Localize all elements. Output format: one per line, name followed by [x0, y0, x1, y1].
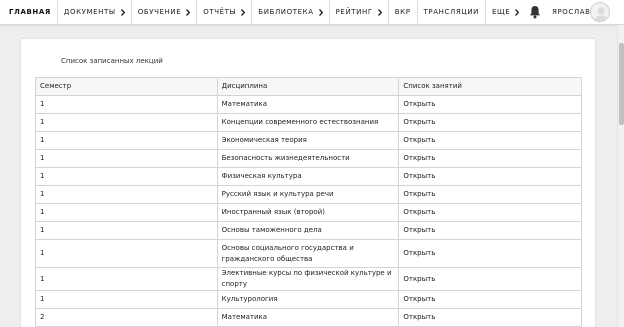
- bell-icon[interactable]: [529, 5, 541, 19]
- header-semester: Семестр: [35, 77, 218, 96]
- open-link[interactable]: Открыть: [403, 226, 435, 234]
- nav-rating[interactable]: Рейтинг: [330, 0, 389, 24]
- cell-discipline: Математика: [216, 308, 400, 327]
- cell-action: Открыть: [398, 203, 582, 222]
- open-link[interactable]: Открыть: [403, 313, 435, 321]
- table-row: 2 Математика Открыть: [35, 308, 582, 327]
- cell-semester: 1: [35, 167, 218, 186]
- chevron-right-icon: [186, 8, 191, 16]
- open-link[interactable]: Открыть: [403, 100, 435, 108]
- open-link[interactable]: Открыть: [403, 154, 435, 162]
- lectures-panel: Список записанных лекций Семестр Дисципл…: [20, 38, 596, 327]
- nav-documents-label: Документы: [63, 8, 116, 16]
- chevron-right-icon: [120, 8, 125, 16]
- cell-action: Открыть: [398, 113, 582, 132]
- table-row: 1 Основы таможенного дела Открыть: [35, 221, 582, 240]
- table-row: 1 Элективные курсы по физической культур…: [35, 267, 582, 291]
- lectures-table: Семестр Дисциплина Список занятий 1 Мате…: [35, 77, 582, 327]
- open-link[interactable]: Открыть: [403, 275, 435, 283]
- cell-action: Открыть: [398, 239, 582, 268]
- table-row: 1 Экономическая теория Открыть: [35, 131, 582, 150]
- nav-reports[interactable]: Отчёты: [197, 0, 253, 24]
- cell-action: Открыть: [398, 185, 582, 204]
- page-scrollbar[interactable]: [617, 25, 624, 327]
- cell-discipline: Иностранный язык (второй): [216, 203, 400, 222]
- open-link[interactable]: Открыть: [403, 118, 435, 126]
- table-row: 1 Безопасность жизнедеятельности Открыть: [35, 149, 582, 168]
- cell-action: Открыть: [398, 149, 582, 168]
- open-link[interactable]: Открыть: [403, 208, 435, 216]
- nav-more[interactable]: Еще: [486, 0, 525, 24]
- nav-vkr-label: ВКР: [394, 8, 411, 16]
- nav-rating-label: Рейтинг: [335, 8, 373, 16]
- cell-semester: 1: [35, 131, 218, 150]
- chevron-right-icon: [318, 8, 323, 16]
- cell-semester: 1: [35, 267, 218, 291]
- nav-library-label: Библиотека: [258, 8, 314, 16]
- open-link[interactable]: Открыть: [403, 190, 435, 198]
- nav-broadcasts-label: Трансляции: [423, 8, 480, 16]
- cell-action: Открыть: [398, 167, 582, 186]
- nav-library[interactable]: Библиотека: [252, 0, 330, 24]
- nav-more-label: Еще: [492, 8, 511, 16]
- nav-education[interactable]: Обучение: [132, 0, 198, 24]
- cell-discipline: Математика: [216, 95, 400, 114]
- person-silhouette-icon: [594, 7, 608, 21]
- cell-discipline: Концепции современного естествознания: [216, 113, 400, 132]
- nav-reports-label: Отчёты: [203, 8, 237, 16]
- table-header-row: Семестр Дисциплина Список занятий: [35, 77, 582, 96]
- top-navigation-bar: Главная Документы Обучение Отчёты Библио…: [0, 0, 624, 25]
- chevron-right-icon: [377, 8, 382, 16]
- table-row: 1 Математика Открыть: [35, 95, 582, 114]
- cell-semester: 1: [35, 149, 218, 168]
- cell-action: Открыть: [398, 131, 582, 150]
- open-link[interactable]: Открыть: [403, 249, 435, 257]
- cell-semester: 2: [35, 308, 218, 327]
- cell-action: Открыть: [398, 221, 582, 240]
- cell-discipline: Экономическая теория: [216, 131, 400, 150]
- cell-semester: 1: [35, 203, 218, 222]
- user-avatar-icon[interactable]: [590, 2, 610, 22]
- cell-discipline: Культурология: [216, 290, 400, 309]
- table-row: 1 Иностранный язык (второй) Открыть: [35, 203, 582, 222]
- cell-semester: 1: [35, 290, 218, 309]
- nav-home[interactable]: Главная: [0, 0, 58, 24]
- cell-action: Открыть: [398, 95, 582, 114]
- nav-home-label: Главная: [9, 8, 51, 16]
- cell-semester: 1: [35, 113, 218, 132]
- scrollbar-thumb[interactable]: [619, 43, 624, 125]
- cell-semester: 1: [35, 95, 218, 114]
- cell-discipline: Основы таможенного дела: [216, 221, 400, 240]
- chevron-right-icon: [241, 8, 246, 16]
- cell-discipline: Элективные курсы по физической культуре …: [216, 267, 400, 291]
- cell-discipline: Безопасность жизнедеятельности: [216, 149, 400, 168]
- table-row: 1 Культурология Открыть: [35, 290, 582, 309]
- header-discipline: Дисциплина: [216, 77, 400, 96]
- table-row: 1 Русский язык и культура речи Открыть: [35, 185, 582, 204]
- nav-education-label: Обучение: [137, 8, 182, 16]
- nav-vkr[interactable]: ВКР: [389, 0, 418, 24]
- open-link[interactable]: Открыть: [403, 172, 435, 180]
- cell-semester: 1: [35, 239, 218, 268]
- cell-discipline: Физическая культура: [216, 167, 400, 186]
- cell-discipline: Русский язык и культура речи: [216, 185, 400, 204]
- cell-semester: 1: [35, 185, 218, 204]
- cell-discipline: Основы социального государства и граждан…: [216, 239, 400, 268]
- cell-action: Открыть: [398, 290, 582, 309]
- table-row: 1 Концепции современного естествознания …: [35, 113, 582, 132]
- cell-semester: 1: [35, 221, 218, 240]
- nav-broadcasts[interactable]: Трансляции: [418, 0, 487, 24]
- table-row: 1 Основы социального государства и гражд…: [35, 239, 582, 268]
- page-title: Список записанных лекций: [61, 57, 163, 65]
- header-lesson-list: Список занятий: [398, 77, 582, 96]
- cell-action: Открыть: [398, 267, 582, 291]
- main-menu: Главная Документы Обучение Отчёты Библио…: [0, 0, 525, 24]
- user-name[interactable]: ЯРОСЛАВ: [552, 8, 591, 16]
- nav-documents[interactable]: Документы: [58, 0, 132, 24]
- open-link[interactable]: Открыть: [403, 295, 435, 303]
- open-link[interactable]: Открыть: [403, 136, 435, 144]
- chevron-right-icon: [515, 8, 520, 16]
- table-row: 1 Физическая культура Открыть: [35, 167, 582, 186]
- cell-action: Открыть: [398, 308, 582, 327]
